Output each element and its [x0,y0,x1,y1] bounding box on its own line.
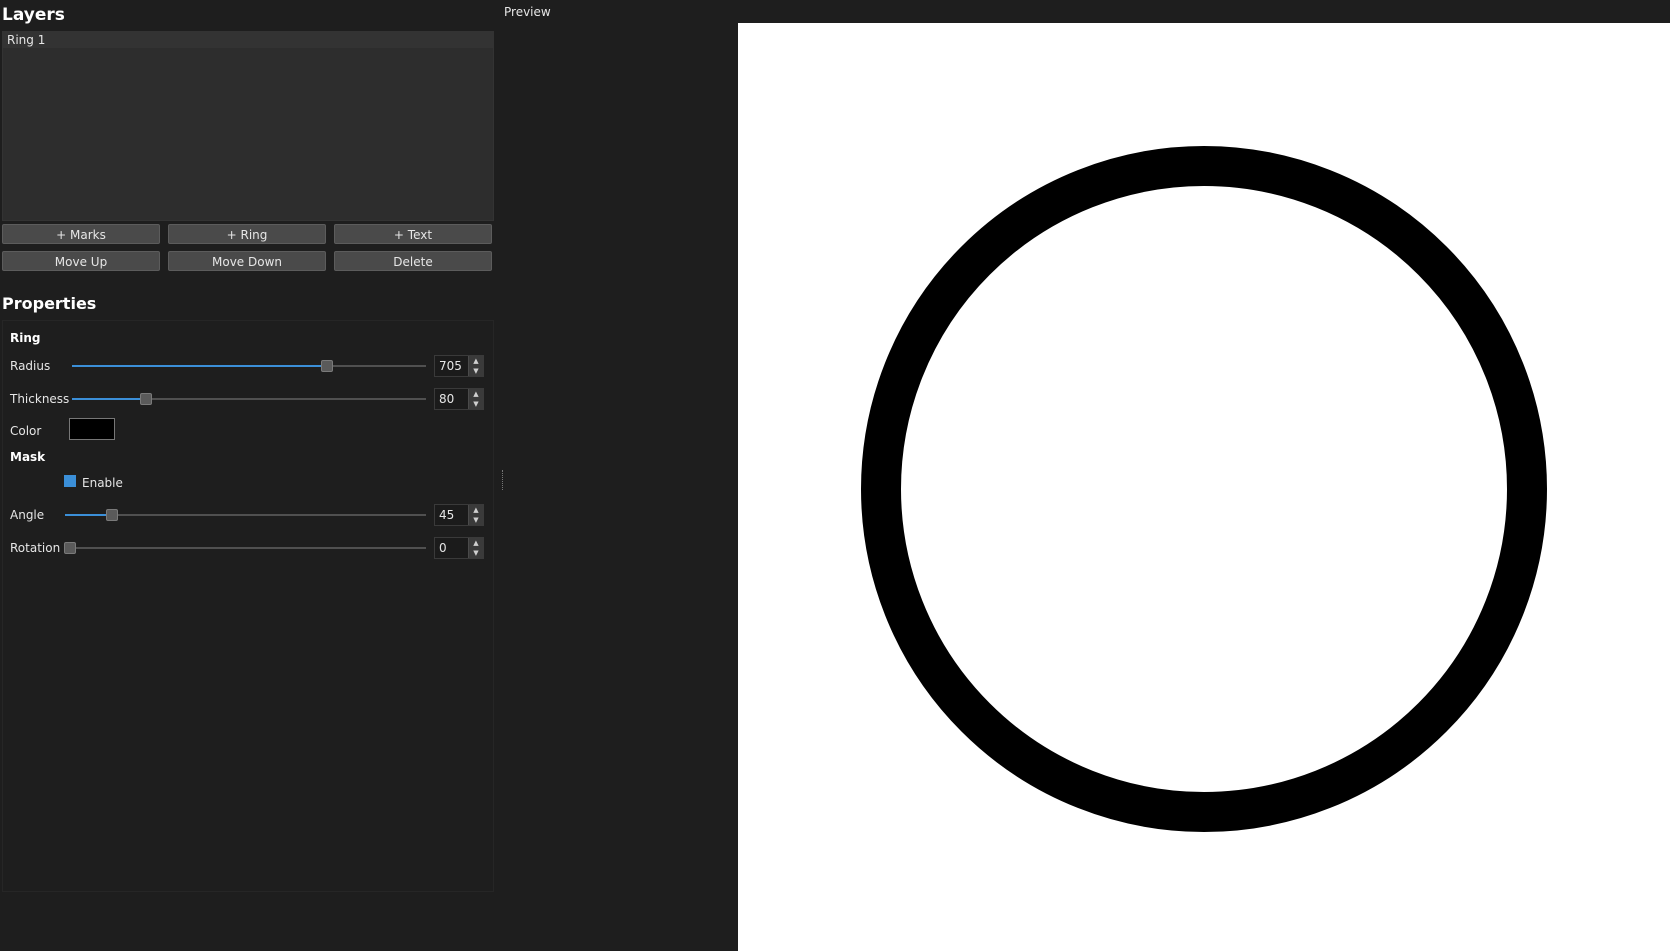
spin-arrows[interactable]: ▲ ▼ [468,538,483,558]
thickness-value[interactable]: 80 [439,392,454,406]
slider-handle[interactable] [105,509,118,521]
add-text-button[interactable]: + Text [334,224,492,244]
radius-label: Radius [10,359,51,373]
delete-button[interactable]: Delete [334,251,492,271]
slider-fill [72,398,147,400]
layers-title: Layers [2,5,65,25]
move-up-button[interactable]: Move Up [2,251,160,271]
slider-fill [72,365,327,367]
angle-slider[interactable] [65,508,426,522]
spin-down-icon[interactable]: ▼ [469,366,483,376]
slider-handle[interactable] [140,393,153,405]
thickness-spinbox[interactable]: 80 ▲ ▼ [434,388,484,410]
rotation-slider[interactable] [64,541,426,555]
thickness-slider[interactable] [72,392,426,406]
layer-item[interactable]: Ring 1 [3,32,493,48]
slider-track [70,547,426,549]
spin-up-icon[interactable]: ▲ [469,538,483,548]
ring-section-label: Ring [10,331,41,345]
add-ring-button[interactable]: + Ring [168,224,326,244]
radius-spinbox[interactable]: 705 ▲ ▼ [434,355,484,377]
angle-label: Angle [10,508,45,522]
app-window: Layers Ring 1 + Marks + Ring + Text Move… [0,0,1670,951]
panel-splitter-handle[interactable] [502,470,505,490]
spin-up-icon[interactable]: ▲ [469,505,483,515]
layer-list[interactable]: Ring 1 [2,31,494,221]
enable-checkbox[interactable] [64,475,76,487]
spin-down-icon[interactable]: ▼ [469,548,483,558]
spin-down-icon[interactable]: ▼ [469,515,483,525]
enable-label: Enable [82,476,123,490]
move-down-button[interactable]: Move Down [168,251,326,271]
spin-arrows[interactable]: ▲ ▼ [468,505,483,525]
spin-up-icon[interactable]: ▲ [469,389,483,399]
spin-up-icon[interactable]: ▲ [469,356,483,366]
spin-arrows[interactable]: ▲ ▼ [468,389,483,409]
properties-title: Properties [2,294,97,313]
slider-fill [65,514,112,516]
slider-handle[interactable] [320,360,333,372]
spin-down-icon[interactable]: ▼ [469,399,483,409]
slider-track [65,514,426,516]
add-marks-button[interactable]: + Marks [2,224,160,244]
spin-arrows[interactable]: ▲ ▼ [468,356,483,376]
preview-svg [861,146,1547,832]
angle-value[interactable]: 45 [439,508,454,522]
rotation-label: Rotation [10,541,61,555]
thickness-label: Thickness [10,392,70,406]
preview-label: Preview [504,5,551,19]
radius-slider[interactable] [72,359,426,373]
preview-canvas[interactable] [738,23,1670,951]
rotation-spinbox[interactable]: 0 ▲ ▼ [434,537,484,559]
color-label: Color [10,424,42,438]
radius-value[interactable]: 705 [439,359,462,373]
ring-shape [861,146,1547,832]
rotation-value[interactable]: 0 [439,541,447,555]
slider-handle[interactable] [64,542,76,554]
angle-spinbox[interactable]: 45 ▲ ▼ [434,504,484,526]
mask-section-label: Mask [10,450,46,464]
color-swatch[interactable] [69,418,115,440]
